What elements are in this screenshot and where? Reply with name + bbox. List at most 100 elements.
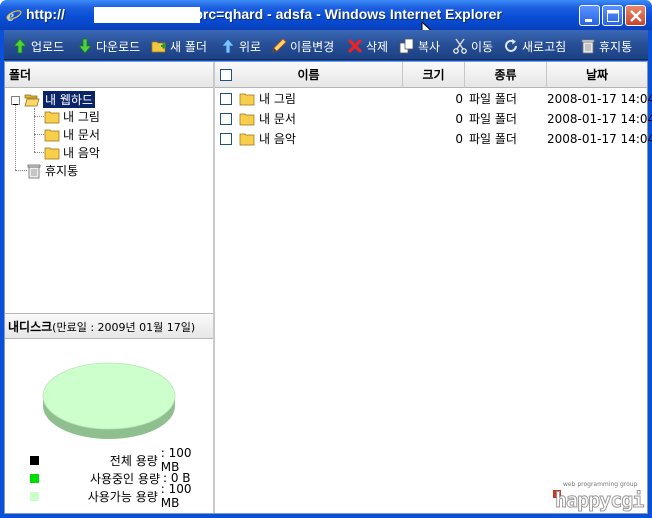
folder-icon: [239, 133, 255, 146]
tree-item-documents[interactable]: 내 문서: [44, 126, 100, 143]
tree-item-label: 내 웹하드: [43, 91, 95, 108]
rename-icon: [272, 38, 287, 53]
pie-slice-available: [43, 363, 175, 429]
row-checkbox[interactable]: [220, 113, 232, 125]
select-all-checkbox[interactable]: [220, 69, 232, 81]
column-header-size[interactable]: 크기: [403, 62, 465, 88]
new-folder-icon: [151, 41, 166, 53]
move-button[interactable]: 이동: [452, 37, 493, 55]
upload-button[interactable]: 업로드: [12, 37, 64, 55]
folder-icon: [44, 147, 60, 159]
disk-legend: 전체 용량 : 100 MB 사용중인 용량 : 0 B 사용가능 용량 : 1…: [30, 446, 213, 510]
column-header-name[interactable]: 이름: [215, 62, 403, 88]
legend-total: 전체 용량 : 100 MB: [30, 446, 213, 474]
tree-connector: [34, 134, 44, 135]
column-header-date[interactable]: 날짜: [547, 62, 647, 88]
legend-available: 사용가능 용량 : 100 MB: [30, 482, 213, 510]
new-folder-label: 새 폴더: [170, 39, 207, 54]
tree-item-music[interactable]: 내 음악: [44, 144, 100, 161]
tree-connector: [34, 108, 35, 152]
row-checkbox[interactable]: [220, 93, 232, 105]
upload-label: 업로드: [31, 39, 65, 54]
rename-label: 이름변경: [290, 39, 335, 54]
internet-explorer-icon: e: [6, 8, 22, 23]
trash-label: 휴지통: [599, 39, 633, 54]
legend-label: 사용가능 용량: [87, 489, 158, 504]
refresh-button[interactable]: 새로고침: [503, 37, 566, 55]
up-button[interactable]: 위로: [220, 37, 261, 55]
tree-connector: [34, 152, 44, 153]
close-icon: [630, 10, 642, 22]
new-folder-button[interactable]: 새 폴더: [151, 37, 207, 55]
minus-icon: [13, 104, 18, 105]
column-header-type[interactable]: 종류: [465, 62, 547, 88]
folder-pane-header: 폴더: [5, 62, 213, 88]
file-name[interactable]: 내 음악: [259, 129, 296, 149]
trash-icon: [27, 164, 41, 178]
tree-item-pictures[interactable]: 내 그림: [44, 108, 100, 125]
disk-title: 내디스크: [8, 320, 53, 334]
refresh-label: 새로고침: [522, 39, 567, 54]
file-size: 0: [455, 112, 463, 126]
maximize-button[interactable]: [602, 5, 623, 26]
tree-item-trash[interactable]: 휴지통: [26, 162, 78, 179]
copy-icon: [399, 38, 414, 54]
delete-label: 삭제: [366, 39, 389, 54]
folder-icon: [239, 93, 255, 106]
legend-swatch: [30, 473, 39, 483]
browser-window: e http:///?prc=qhard - adsfa - Windows I…: [0, 0, 652, 518]
close-button[interactable]: [625, 5, 646, 26]
tree-collapse-toggle[interactable]: [11, 96, 20, 105]
move-label: 이동: [471, 39, 494, 54]
file-date: 2008-01-17 14:04: [547, 132, 652, 146]
trash-button[interactable]: 휴지통: [580, 37, 632, 55]
file-type: 파일 폴더: [469, 132, 517, 146]
disk-expiry: (만료일 : 2009년 01월 17일): [52, 321, 196, 334]
copy-button[interactable]: 복사: [399, 37, 440, 55]
copy-label: 복사: [418, 39, 441, 54]
happycgi-logo: web programming group happycgi: [553, 481, 645, 513]
webhard-app: 폴더 내 웹하드 내 그림 내 문서 내 음악 휴지통 내디스크(만료일: 2…: [4, 61, 652, 514]
legend-label: 사용중인 용량: [89, 471, 160, 486]
tree-item-label: 내 문서: [63, 128, 100, 142]
table-row[interactable]: 내 문서 0 파일 폴더 2008-01-17 14:04: [215, 109, 652, 129]
minimize-button[interactable]: [579, 5, 600, 26]
table-row[interactable]: 내 그림 0 파일 폴더 2008-01-17 14:04: [215, 89, 652, 109]
rename-button[interactable]: 이름변경: [271, 37, 334, 55]
file-name[interactable]: 내 그림: [259, 89, 296, 109]
file-size: 0: [455, 132, 463, 146]
up-icon: [221, 38, 235, 54]
download-button[interactable]: 다운로드: [77, 37, 140, 55]
legend-swatch: [30, 455, 39, 465]
file-name[interactable]: 내 문서: [259, 109, 296, 129]
file-date: 2008-01-17 14:04: [547, 92, 652, 106]
tree-connector: [15, 104, 16, 170]
redacted-url: [94, 7, 200, 23]
row-checkbox[interactable]: [220, 133, 232, 145]
tree-item-label: 휴지통: [45, 164, 79, 178]
file-size: 0: [455, 92, 463, 106]
table-row[interactable]: 내 음악 0 파일 폴더 2008-01-17 14:04: [215, 129, 652, 149]
download-icon: [78, 38, 92, 54]
toolbar: 업로드 다운로드 새 폴더 위로 이름변경 삭제 복사 이동 새로고침 휴지통: [4, 30, 648, 60]
file-type: 파일 폴더: [469, 92, 517, 106]
file-date: 2008-01-17 14:04: [547, 112, 652, 126]
cut-icon: [453, 38, 467, 54]
tree-item-root[interactable]: 내 웹하드: [24, 91, 95, 108]
delete-button[interactable]: 삭제: [347, 37, 388, 55]
tree-item-label: 내 그림: [63, 110, 100, 124]
delete-icon: [348, 39, 362, 53]
open-folder-icon: [24, 94, 40, 106]
folder-pane: 폴더 내 웹하드 내 그림 내 문서 내 음악 휴지통 내디스크(만료일: 2…: [5, 62, 215, 513]
trash-icon: [581, 39, 595, 54]
download-label: 다운로드: [96, 39, 141, 54]
upload-icon: [13, 38, 27, 54]
refresh-icon: [505, 39, 517, 52]
file-type: 파일 폴더: [469, 112, 517, 126]
title-bar[interactable]: e http:///?prc=qhard - adsfa - Windows I…: [0, 0, 652, 30]
legend-swatch: [30, 491, 39, 501]
disk-header: 내디스크(만료일 : 2009년 01월 17일): [5, 313, 213, 339]
file-list-pane: 이름 크기 종류 날짜 내 그림 0 파일 폴더 2008-01-17 14:0…: [215, 62, 652, 513]
maximize-icon: [607, 10, 619, 22]
minimize-icon: [585, 19, 592, 22]
